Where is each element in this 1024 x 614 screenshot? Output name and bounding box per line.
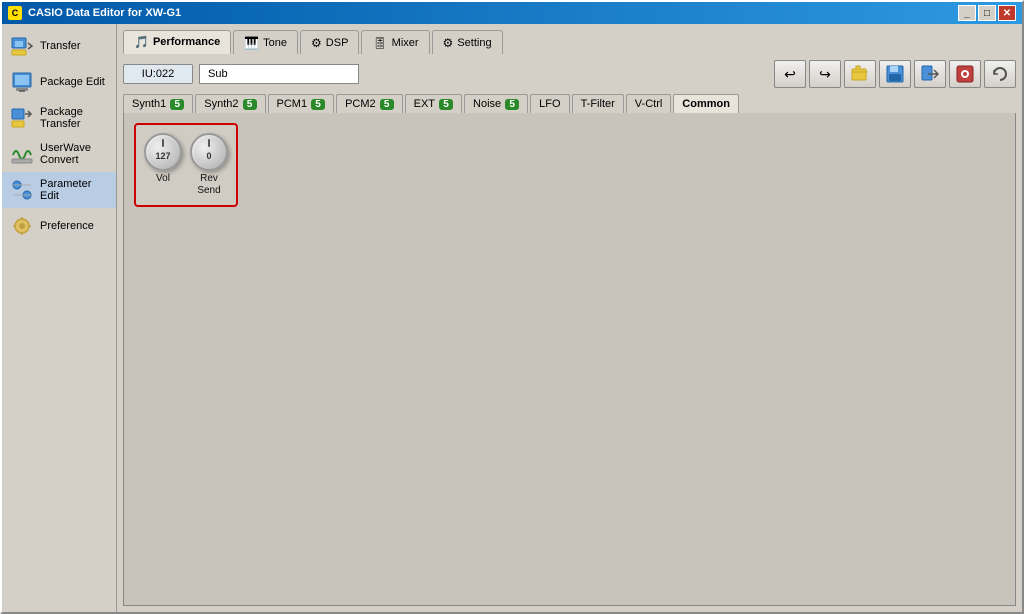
sidebar-item-transfer[interactable]: Transfer <box>2 28 116 64</box>
inner-tab-synth2[interactable]: Synth2 5 <box>195 94 265 113</box>
inner-tab-t-filter-label: T-Filter <box>581 98 615 110</box>
inner-tab-common-label: Common <box>682 98 730 110</box>
sidebar-item-preference[interactable]: Preference <box>2 208 116 244</box>
import-button[interactable] <box>914 60 946 88</box>
open-button[interactable] <box>844 60 876 88</box>
inner-tab-noise-label: Noise <box>473 98 501 110</box>
parameter-icon <box>10 178 34 202</box>
inner-tab-ext-label: EXT <box>414 98 435 110</box>
inner-tab-t-filter[interactable]: T-Filter <box>572 94 624 113</box>
inner-tab-pcm2-label: PCM2 <box>345 98 376 110</box>
close-button[interactable]: ✕ <box>998 5 1016 21</box>
inner-tab-synth1[interactable]: Synth1 5 <box>123 94 193 113</box>
package-edit-icon <box>10 70 34 94</box>
dsp-tab-icon: ⚙ <box>311 36 322 50</box>
tab-tone[interactable]: 🎹 Tone <box>233 30 298 54</box>
name-input[interactable] <box>199 64 359 84</box>
sidebar: Transfer Package Edit <box>2 24 117 612</box>
sidebar-item-package-edit[interactable]: Package Edit <box>2 64 116 100</box>
synth2-badge: 5 <box>243 99 257 110</box>
toolbar-row: IU:022 ↩ ↪ <box>123 60 1016 88</box>
record-button[interactable] <box>949 60 981 88</box>
synth1-badge: 5 <box>170 99 184 110</box>
rev-send-knob-item: 0 RevSend <box>190 133 228 197</box>
setting-tab-icon: ⚙ <box>443 36 454 50</box>
tab-dsp[interactable]: ⚙ DSP <box>300 30 359 54</box>
inner-tab-lfo[interactable]: LFO <box>530 94 569 113</box>
sidebar-item-preference-label: Preference <box>40 220 94 232</box>
inner-tab-v-ctrl-label: V-Ctrl <box>635 98 663 110</box>
inner-tab-pcm1-label: PCM1 <box>277 98 308 110</box>
inner-tabs: Synth1 5 Synth2 5 PCM1 5 PCM2 5 EXT 5 <box>123 94 1016 113</box>
toolbar-buttons: ↩ ↪ <box>774 60 1016 88</box>
inner-tab-lfo-label: LFO <box>539 98 560 110</box>
id-display: IU:022 <box>123 64 193 84</box>
tab-setting[interactable]: ⚙ Setting <box>432 30 503 54</box>
tone-tab-icon: 🎹 <box>244 36 259 50</box>
window-title: CASIO Data Editor for XW-G1 <box>28 7 181 19</box>
sidebar-item-parameter-edit-label: Parameter Edit <box>40 178 108 202</box>
vol-knob-item: 127 Vol <box>144 133 182 197</box>
inner-tab-ext[interactable]: EXT 5 <box>405 94 462 113</box>
tab-setting-label: Setting <box>457 37 491 49</box>
mixer-tab-icon: 🎚 <box>372 36 387 50</box>
inner-tab-common[interactable]: Common <box>673 94 739 113</box>
refresh-button[interactable] <box>984 60 1016 88</box>
knob-group: 127 Vol 0 RevSend <box>134 123 238 207</box>
title-bar-left: C CASIO Data Editor for XW-G1 <box>8 6 181 20</box>
title-bar: C CASIO Data Editor for XW-G1 _ □ ✕ <box>2 2 1022 24</box>
userwave-icon <box>10 142 34 166</box>
preference-icon <box>10 214 34 238</box>
tab-tone-label: Tone <box>263 37 287 49</box>
tab-dsp-label: DSP <box>326 37 349 49</box>
tab-performance[interactable]: 🎵 Performance <box>123 30 231 54</box>
undo-button[interactable]: ↩ <box>774 60 806 88</box>
package-transfer-icon <box>10 106 34 130</box>
sidebar-item-transfer-label: Transfer <box>40 40 81 52</box>
sidebar-item-package-transfer-label: Package Transfer <box>40 106 108 130</box>
rev-send-label: RevSend <box>197 173 220 197</box>
sidebar-item-package-edit-label: Package Edit <box>40 76 105 88</box>
rev-send-knob[interactable]: 0 <box>190 133 228 171</box>
sidebar-item-userwave-convert[interactable]: UserWave Convert <box>2 136 116 172</box>
sidebar-item-parameter-edit[interactable]: Parameter Edit <box>2 172 116 208</box>
vol-knob[interactable]: 127 <box>144 133 182 171</box>
pcm2-badge: 5 <box>380 99 394 110</box>
inner-tab-pcm2[interactable]: PCM2 5 <box>336 94 403 113</box>
main-window: C CASIO Data Editor for XW-G1 _ □ ✕ T <box>0 0 1024 614</box>
common-panel: 127 Vol 0 RevSend <box>123 113 1016 606</box>
performance-tab-icon: 🎵 <box>134 35 149 49</box>
redo-button[interactable]: ↪ <box>809 60 841 88</box>
vol-value: 127 <box>155 151 170 161</box>
rev-send-value: 0 <box>206 151 211 161</box>
tab-mixer-label: Mixer <box>392 37 419 49</box>
window-controls: _ □ ✕ <box>958 5 1016 21</box>
inner-tab-synth2-label: Synth2 <box>204 98 238 110</box>
sidebar-item-package-transfer[interactable]: Package Transfer <box>2 100 116 136</box>
top-tabs: 🎵 Performance 🎹 Tone ⚙ DSP 🎚 Mixer ⚙ <box>123 30 1016 54</box>
noise-badge: 5 <box>505 99 519 110</box>
app-icon: C <box>8 6 22 20</box>
maximize-button[interactable]: □ <box>978 5 996 21</box>
pcm1-badge: 5 <box>311 99 325 110</box>
inner-tab-v-ctrl[interactable]: V-Ctrl <box>626 94 672 113</box>
content-area: 🎵 Performance 🎹 Tone ⚙ DSP 🎚 Mixer ⚙ <box>117 24 1022 612</box>
vol-label: Vol <box>156 173 170 185</box>
main-layout: Transfer Package Edit <box>2 24 1022 612</box>
tab-mixer[interactable]: 🎚 Mixer <box>361 30 429 54</box>
sidebar-item-userwave-label: UserWave Convert <box>40 142 108 166</box>
inner-tab-synth1-label: Synth1 <box>132 98 166 110</box>
inner-tab-pcm1[interactable]: PCM1 5 <box>268 94 335 113</box>
transfer-icon <box>10 34 34 58</box>
inner-tab-noise[interactable]: Noise 5 <box>464 94 528 113</box>
ext-badge: 5 <box>439 99 453 110</box>
save-button[interactable] <box>879 60 911 88</box>
tab-performance-label: Performance <box>153 36 220 48</box>
minimize-button[interactable]: _ <box>958 5 976 21</box>
